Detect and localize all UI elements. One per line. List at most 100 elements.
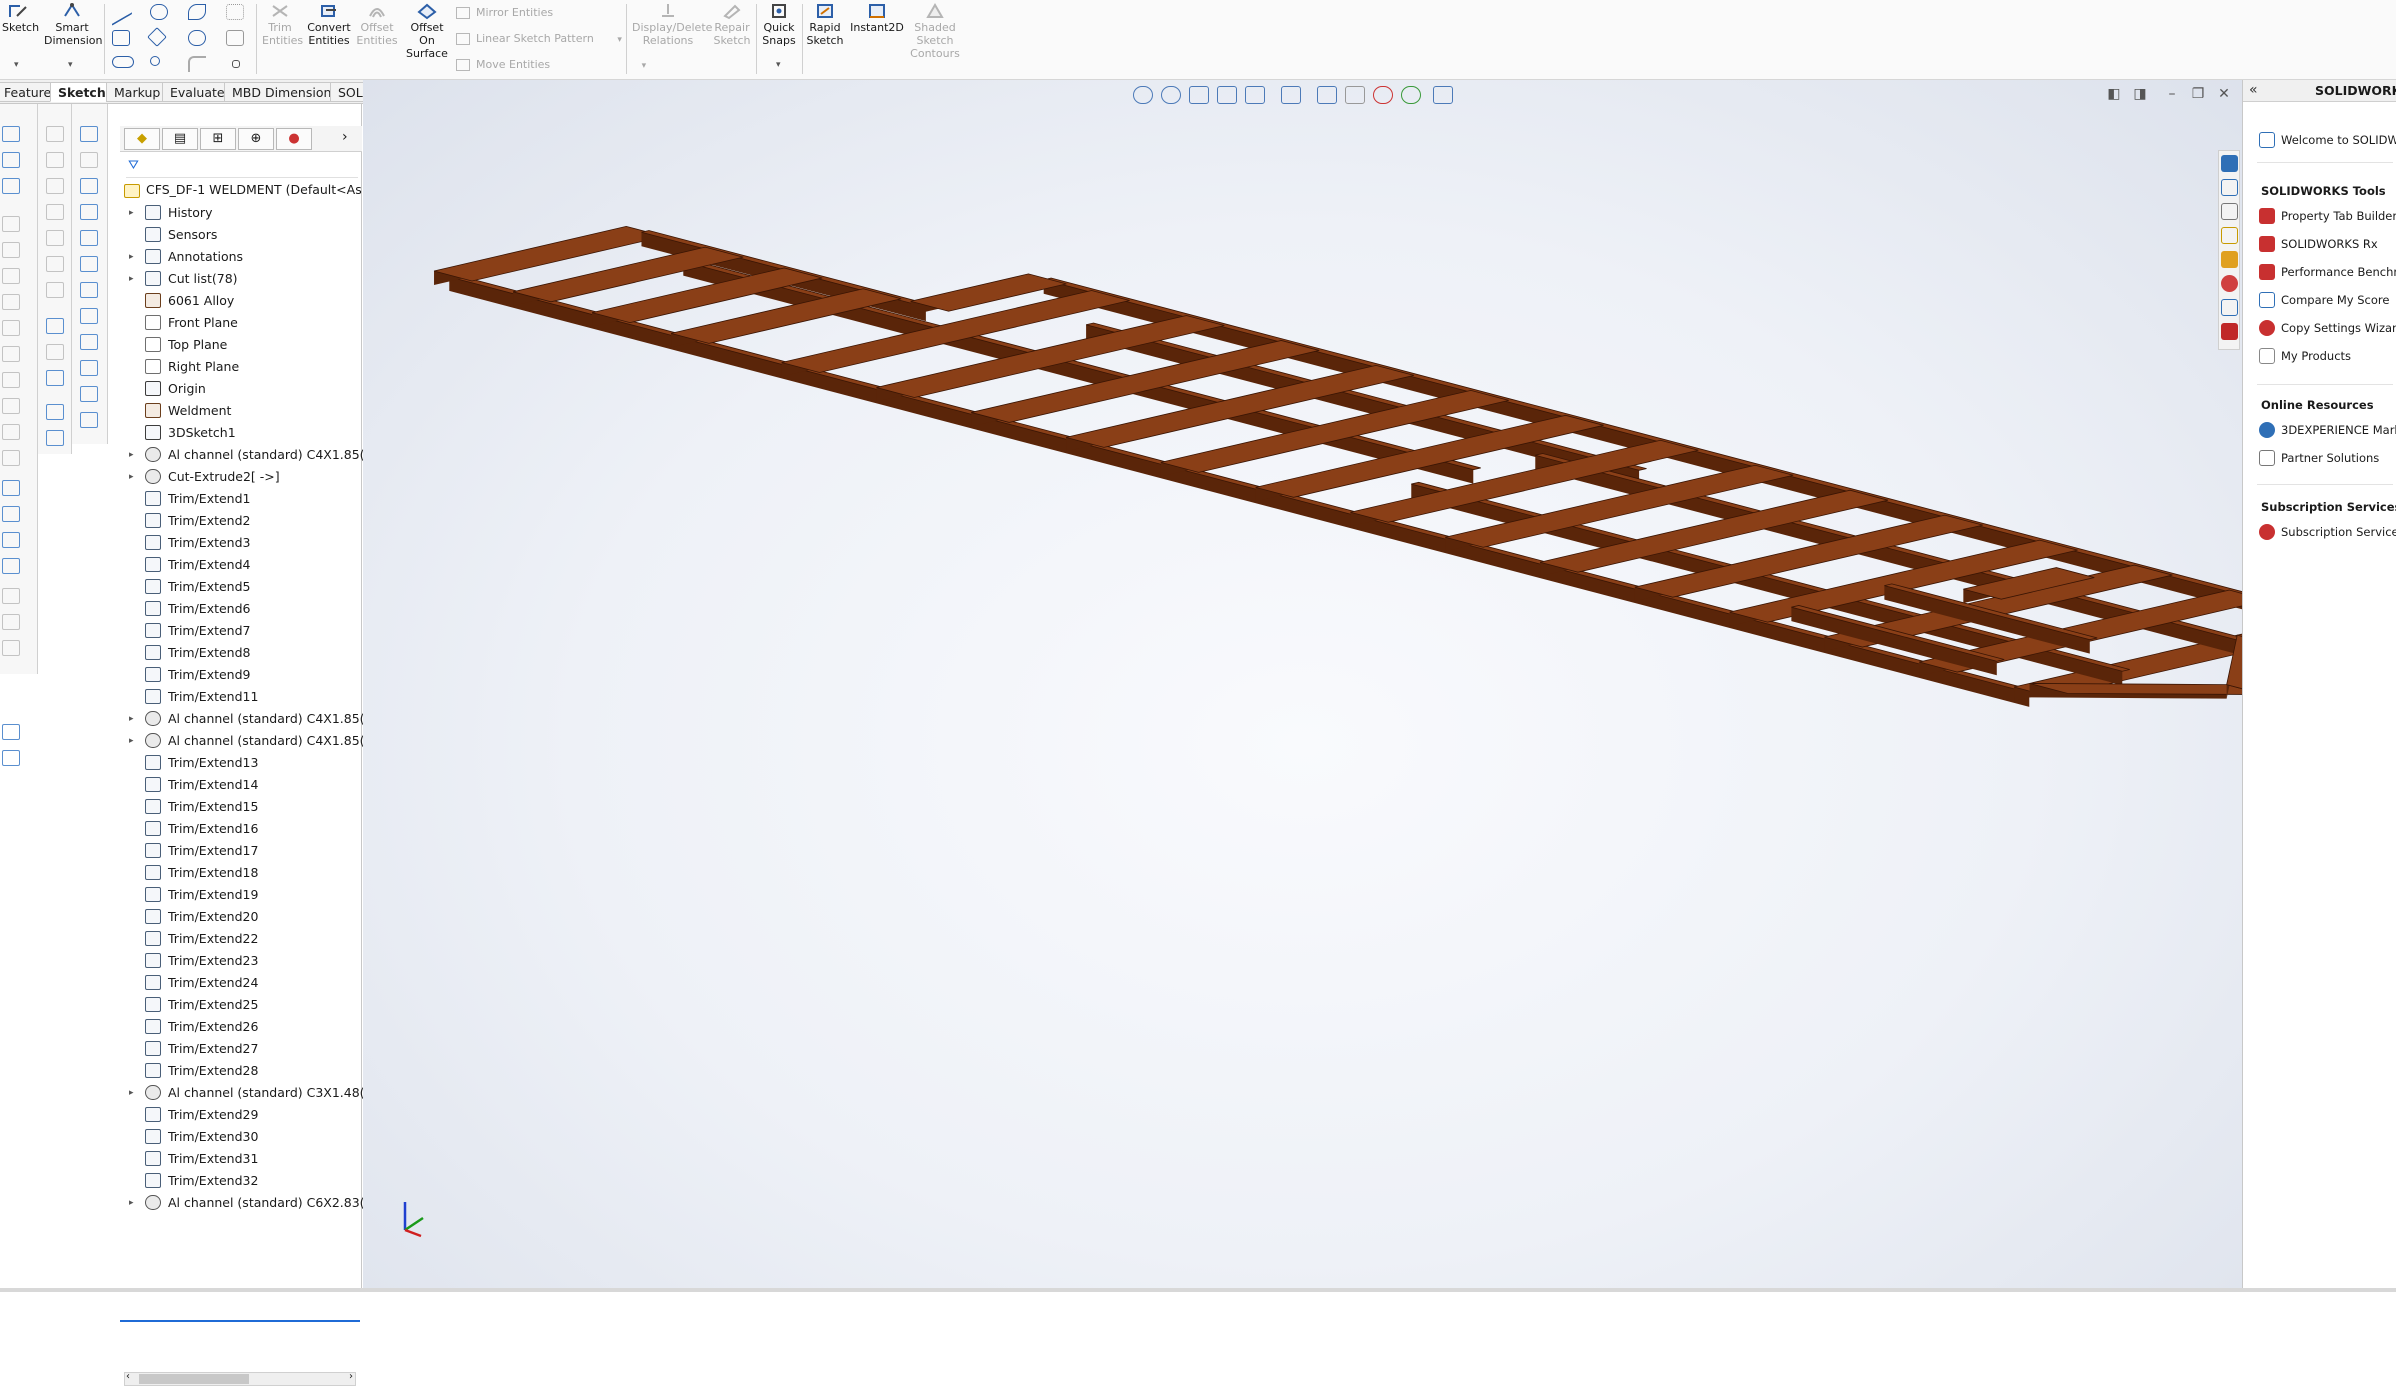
custom-properties-icon[interactable] [2221, 299, 2238, 316]
expand-arrow-icon[interactable]: ▸ [129, 1192, 139, 1214]
tab-mbd-dimensions[interactable]: MBD Dimensions [224, 82, 346, 102]
tree-node[interactable]: ▸ Cut-Extrude2[ ->] [120, 466, 360, 488]
sketch-tool-icon[interactable] [46, 404, 64, 420]
tree-node[interactable]: Trim/Extend28 [120, 1060, 360, 1082]
rapid-sketch-button[interactable]: Rapid Sketch [806, 2, 844, 47]
sketch-tool-icon[interactable] [80, 334, 98, 350]
chevron-down-icon[interactable]: ▾ [776, 60, 781, 70]
tab-evaluate[interactable]: Evaluate [162, 82, 233, 102]
tree-node[interactable]: Trim/Extend20 [120, 906, 360, 928]
sketch-tool-icon[interactable] [46, 178, 64, 194]
tree-filter[interactable]: ⛛ [126, 156, 358, 178]
sketch-tool-icon[interactable] [2, 506, 20, 522]
tree-node[interactable]: Weldment [120, 400, 360, 422]
plane-tool-icon[interactable] [226, 30, 244, 46]
expand-arrow-icon[interactable]: ▸ [129, 246, 139, 268]
sketch-tool-icon[interactable] [2, 216, 20, 232]
offset-on-surface-button[interactable]: Offset On Surface [404, 2, 450, 60]
tree-node[interactable]: Trim/Extend8 [120, 642, 360, 664]
sketch-tool-icon[interactable] [2, 424, 20, 440]
tree-node[interactable]: ▸ History [120, 202, 360, 224]
tree-node[interactable]: Trim/Extend23 [120, 950, 360, 972]
tree-node[interactable]: Trim/Extend19 [120, 884, 360, 906]
tree-node[interactable]: Right Plane [120, 356, 360, 378]
sketch-tool-icon[interactable] [46, 204, 64, 220]
sketch-tool-icon[interactable] [80, 230, 98, 246]
design-library-icon[interactable] [2221, 203, 2238, 220]
solidworks-resources-icon[interactable] [2221, 155, 2238, 172]
expand-arrow-icon[interactable]: ▸ [129, 444, 139, 466]
tree-node[interactable]: Trim/Extend29 [120, 1104, 360, 1126]
tab-sketch[interactable]: Sketch [50, 82, 114, 102]
sketch-tool-icon[interactable] [80, 282, 98, 298]
convert-entities-button[interactable]: Convert Entities [306, 2, 352, 47]
sketch-tool-icon[interactable] [80, 308, 98, 324]
tree-node[interactable]: Trim/Extend16 [120, 818, 360, 840]
sketch-tool-icon[interactable] [46, 370, 64, 386]
sketch-tool-icon[interactable] [2, 320, 20, 336]
tree-node[interactable]: Trim/Extend9 [120, 664, 360, 686]
offset-entities-button[interactable]: Offset Entities [356, 2, 398, 47]
tree-node[interactable]: ▸ Al channel (standard) C6X2.83(1) [120, 1192, 377, 1214]
tree-node[interactable]: ▸ Cut list(78) [120, 268, 360, 290]
instant2d-button[interactable]: Instant2D [850, 2, 904, 34]
sketch-tool-icon[interactable] [2, 724, 20, 740]
sketch-tool-icon[interactable] [2, 178, 20, 194]
tab-markup[interactable]: Markup [106, 82, 169, 102]
sketch-tool-icon[interactable] [2, 398, 20, 414]
sketch-tool-icon[interactable] [2, 640, 20, 656]
tree-node[interactable]: Trim/Extend27 [120, 1038, 360, 1060]
sketch-tool-icon[interactable] [46, 152, 64, 168]
view-palette-icon[interactable] [2221, 251, 2238, 268]
display-delete-relations-button[interactable]: Display/Delete Relations [632, 2, 712, 47]
arc-tool-icon[interactable] [188, 30, 206, 46]
trim-entities-button[interactable]: Trim Entities [262, 2, 303, 47]
expand-arrow-icon[interactable]: ▸ [129, 202, 139, 224]
expand-arrow-icon[interactable]: ▸ [129, 1082, 139, 1104]
sketch-tool-icon[interactable] [2, 532, 20, 548]
tree-node[interactable]: 6061 Alloy [120, 290, 360, 312]
sketch-tool-icon[interactable] [2, 126, 20, 142]
sketch-tool-icon[interactable] [46, 430, 64, 446]
scrollbar-thumb[interactable] [139, 1374, 249, 1384]
spline-tool-icon[interactable] [188, 4, 206, 20]
sketch-tool-icon[interactable] [2, 750, 20, 766]
tree-node[interactable]: ▸ Al channel (standard) C4X1.85(3) [120, 444, 377, 466]
tree-node[interactable]: Trim/Extend32 [120, 1170, 360, 1192]
move-entities-button[interactable]: Move Entities ▾ [456, 58, 646, 71]
expand-arrow-icon[interactable]: ▸ [129, 268, 139, 290]
tree-node[interactable]: Trim/Extend22 [120, 928, 360, 950]
tree-node[interactable]: Trim/Extend13 [120, 752, 360, 774]
tree-node[interactable]: 3DSketch1 [120, 422, 360, 444]
sketch-tool-icon[interactable] [46, 126, 64, 142]
scroll-right-icon[interactable]: › [349, 1371, 353, 1382]
sketch-tool-icon[interactable] [80, 152, 98, 168]
tree-node[interactable]: Trim/Extend17 [120, 840, 360, 862]
sketch-tool-icon[interactable] [46, 318, 64, 334]
expand-arrow-icon[interactable]: ▸ [129, 466, 139, 488]
chevron-right-icon[interactable]: › [342, 129, 348, 145]
property-manager-tab[interactable]: ▤ [162, 128, 198, 150]
point-tool-icon[interactable] [232, 60, 240, 68]
tree-node[interactable]: Trim/Extend30 [120, 1126, 360, 1148]
sketch-tool-icon[interactable] [46, 256, 64, 272]
tree-rollback-bar[interactable] [120, 1320, 360, 1322]
sketch-tool-icon[interactable] [80, 178, 98, 194]
line-tool-icon[interactable] [112, 0, 132, 26]
chevron-down-icon[interactable]: ▾ [642, 61, 647, 71]
tree-node[interactable]: Trim/Extend31 [120, 1148, 360, 1170]
sketch-tool-icon[interactable] [80, 126, 98, 142]
quick-snaps-button[interactable]: Quick Snaps [760, 2, 798, 47]
tree-node[interactable]: Trim/Extend2 [120, 510, 360, 532]
sketch-button[interactable]: Sketch [2, 2, 39, 34]
sketch-tool-icon[interactable] [2, 294, 20, 310]
sketch-tool-icon[interactable] [2, 450, 20, 466]
tree-node[interactable]: Trim/Extend3 [120, 532, 360, 554]
chevron-down-icon[interactable]: ▾ [14, 60, 19, 70]
sketch-tool-icon[interactable] [2, 152, 20, 168]
slot-tool-icon[interactable] [112, 56, 134, 68]
weldment-frame-model[interactable] [363, 80, 2242, 1288]
tree-node[interactable]: Trim/Extend15 [120, 796, 360, 818]
sketch-tool-icon[interactable] [80, 360, 98, 376]
chevron-down-icon[interactable]: ▾ [617, 35, 622, 45]
